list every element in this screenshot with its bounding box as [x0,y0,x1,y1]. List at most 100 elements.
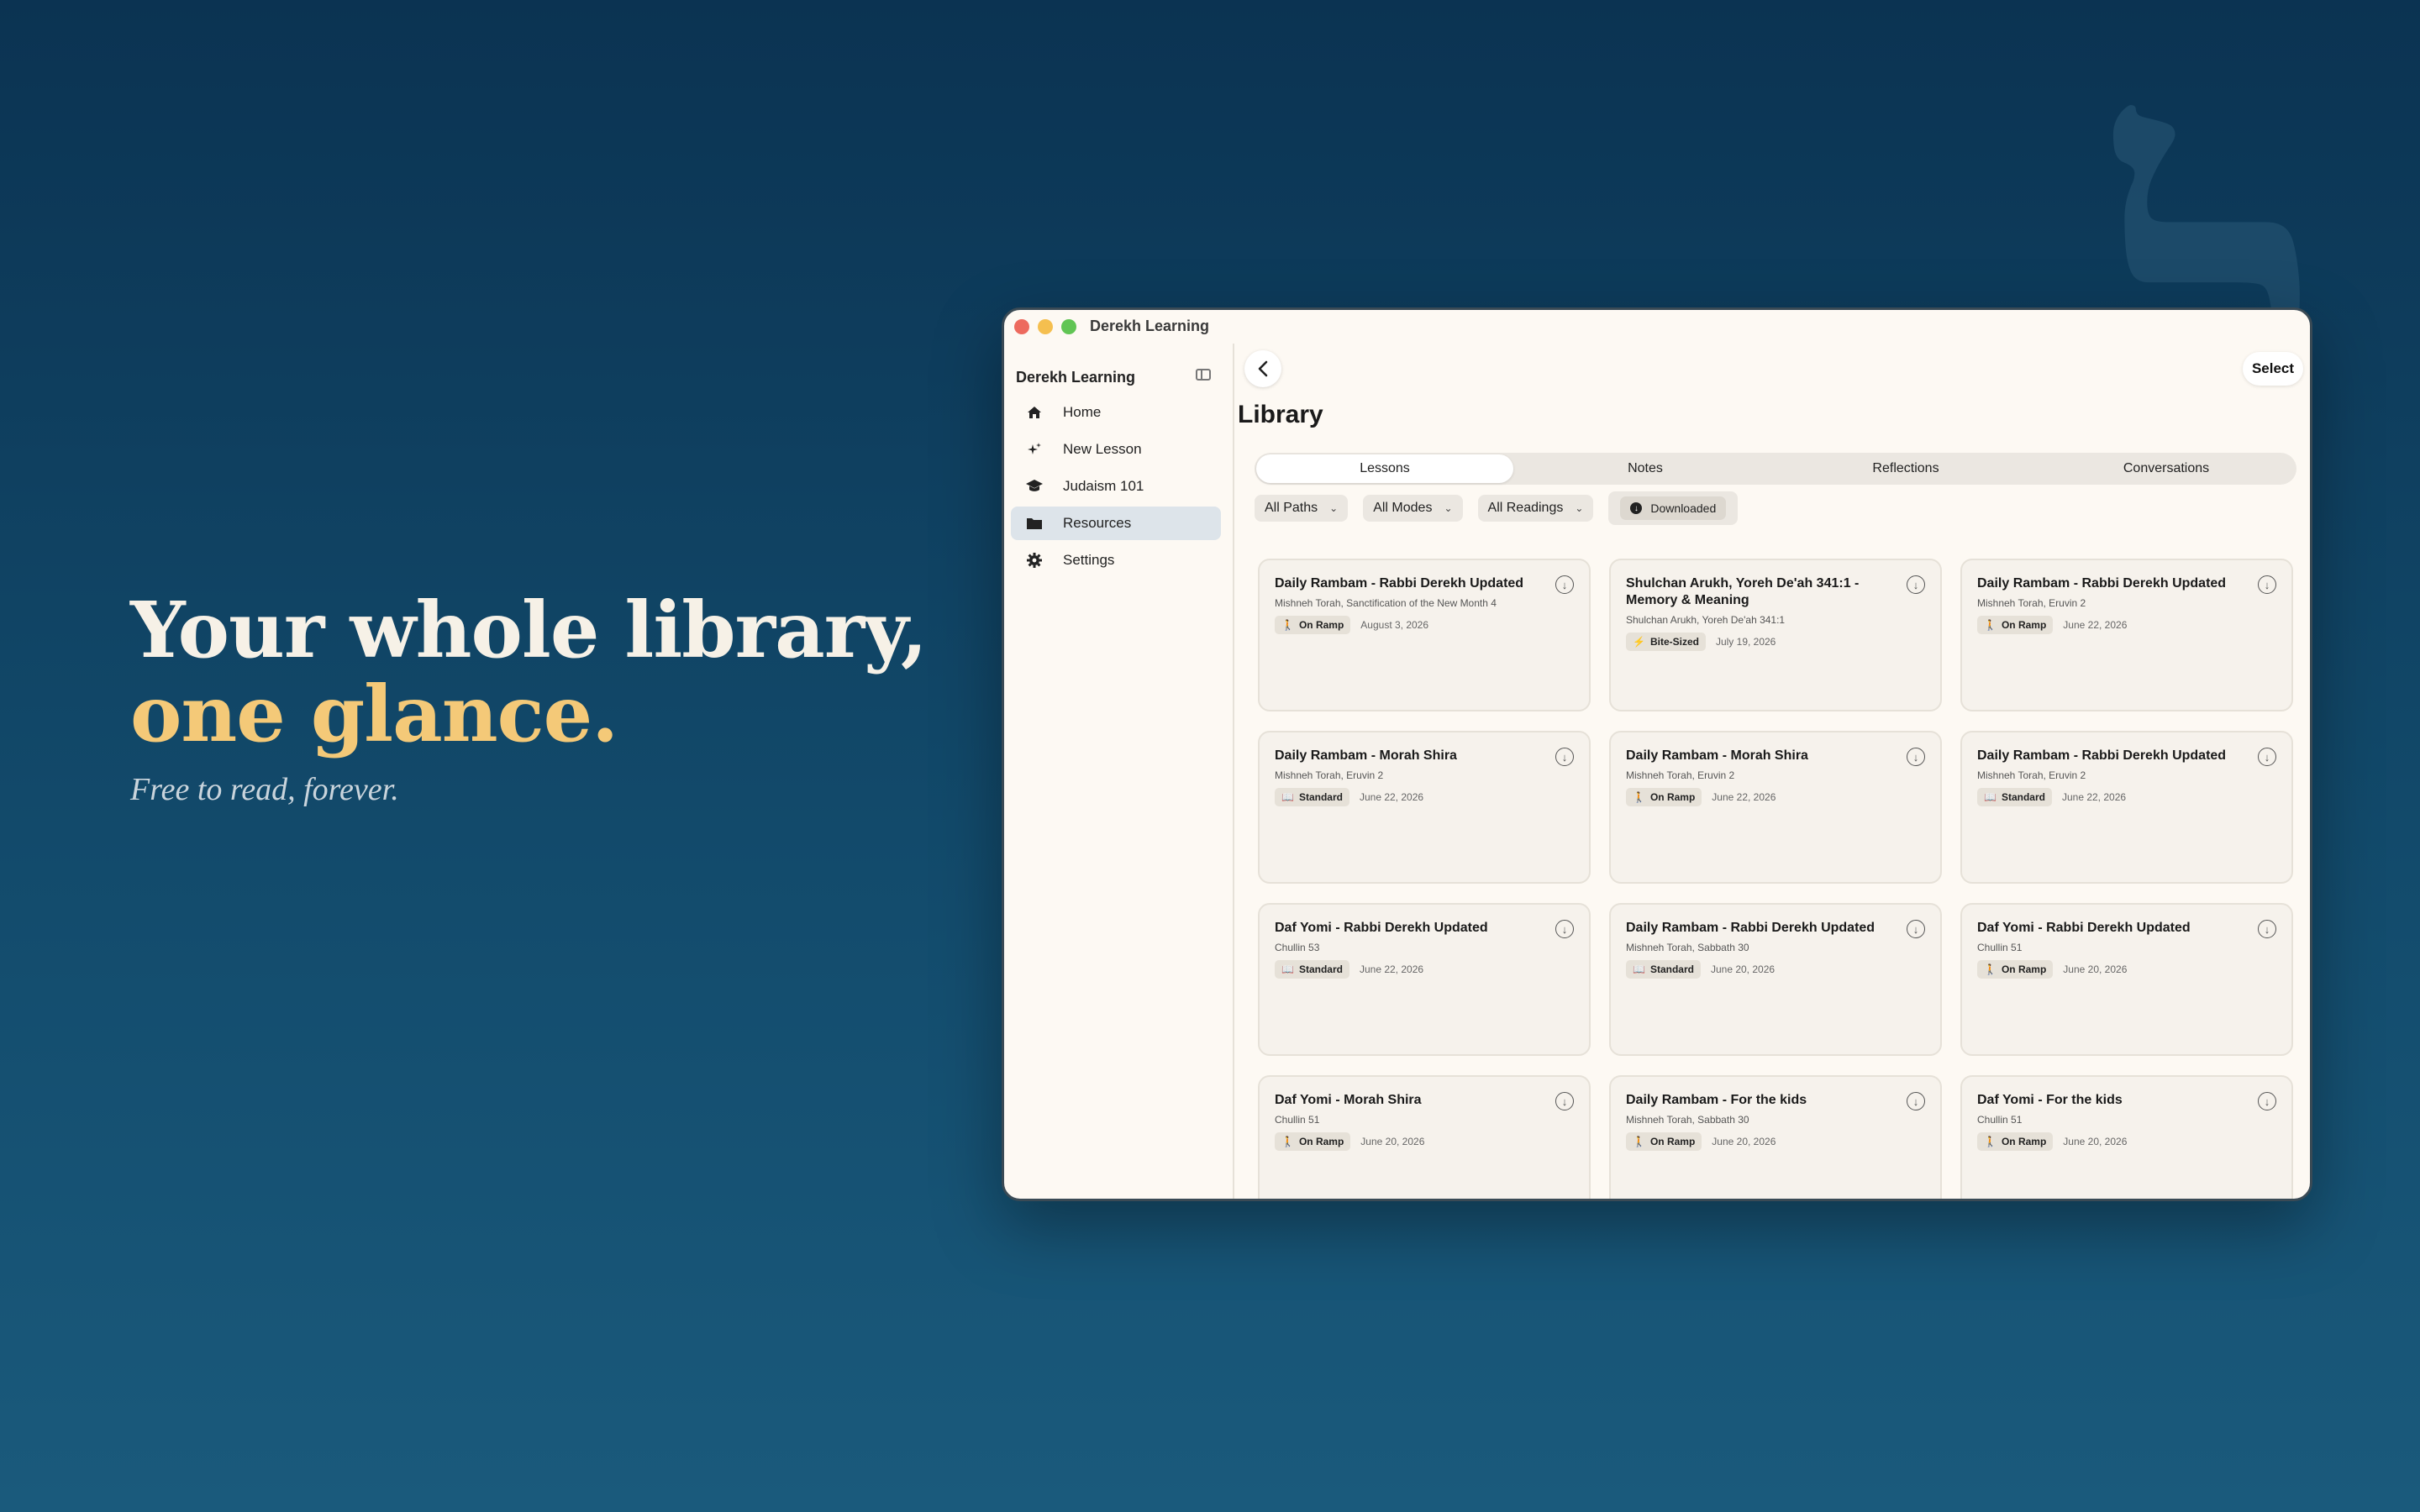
filter-downloaded[interactable]: ↓ Downloaded [1608,491,1739,525]
lesson-source: Chullin 51 [1275,1114,1320,1126]
download-icon[interactable]: ↓ [1555,575,1574,594]
mode-badge-label: Standard [2001,791,2045,803]
filter-all-readings[interactable]: All Readings ⌄ [1477,495,1594,522]
lesson-meta: 🚶 On Ramp June 22, 2026 [1626,788,1776,806]
mode-badge-label: Bite-Sized [1649,636,1699,648]
mode-badge: 🚶 On Ramp [1275,616,1351,634]
mode-badge-label: On Ramp [1649,1136,1696,1147]
sidebar-item-resources[interactable]: Resources [1011,507,1221,540]
lesson-date: June 22, 2026 [1712,791,1776,803]
mode-badge: ⚡ Bite-Sized [1626,633,1706,651]
tab-reflections[interactable]: Reflections [1777,454,2034,483]
lesson-meta: 🚶 On Ramp June 22, 2026 [1977,616,2127,634]
lesson-title: Daily Rambam - For the kids [1626,1093,1807,1107]
mode-badge-label: Standard [1298,963,1343,975]
filter-label: All Paths [1265,501,1318,515]
mode-badge-label: On Ramp [2001,1136,2047,1147]
tab-conversations[interactable]: Conversations [2038,454,2295,483]
lesson-meta: 📖 Standard June 22, 2026 [1275,788,1423,806]
sidebar: Derekh Learning Home New Lesson Judaism … [1004,344,1234,1199]
lesson-card[interactable]: Daily Rambam - Morah Shira ↓ Mishneh Tor… [1609,731,1942,884]
walking-icon: 🚶 [1984,619,1996,631]
mode-badge: 🚶 On Ramp [1977,960,2054,979]
graduation-cap-icon [1024,476,1044,496]
download-icon[interactable]: ↓ [1555,1092,1574,1110]
lesson-source: Mishneh Torah, Sabbath 30 [1626,942,1749,953]
walking-icon: 🚶 [1281,1136,1294,1147]
app-window: Derekh Learning Derekh Learning Home New… [1002,307,2312,1201]
filter-label: All Readings [1487,501,1564,515]
lesson-date: August 3, 2026 [1360,619,1429,631]
lesson-card[interactable]: Shulchan Arukh, Yoreh De'ah 341:1 - Memo… [1609,559,1942,711]
maximize-window-button[interactable] [1061,319,1076,334]
mode-badge-label: On Ramp [1298,1136,1344,1147]
back-button[interactable] [1244,350,1281,387]
lesson-card[interactable]: Daily Rambam - For the kids ↓ Mishneh To… [1609,1075,1942,1199]
downloaded-toggle[interactable]: ↓ Downloaded [1620,496,1727,520]
lesson-source: Chullin 53 [1275,942,1320,953]
download-icon[interactable]: ↓ [1907,920,1925,938]
sidebar-item-label: Resources [1063,515,1132,531]
lesson-meta: 📖 Standard June 20, 2026 [1626,960,1775,979]
download-icon[interactable]: ↓ [1555,920,1574,938]
lesson-card[interactable]: Daily Rambam - Morah Shira ↓ Mishneh Tor… [1258,731,1591,884]
lesson-date: June 22, 2026 [1359,791,1424,803]
lesson-source: Chullin 51 [1977,942,2023,953]
tab-lessons[interactable]: Lessons [1256,454,1513,483]
filter-all-paths[interactable]: All Paths ⌄ [1255,495,1349,522]
mode-badge: 🚶 On Ramp [1977,616,2054,634]
lesson-source: Shulchan Arukh, Yoreh De'ah 341:1 [1626,614,1786,626]
download-icon[interactable]: ↓ [2258,1092,2276,1110]
lesson-title: Daily Rambam - Rabbi Derekh Updated [1977,748,2227,763]
sidebar-item-new-lesson[interactable]: New Lesson [1011,433,1221,466]
lesson-card[interactable]: Daf Yomi - Rabbi Derekh Updated ↓ Chulli… [1960,903,2293,1056]
download-icon[interactable]: ↓ [2258,748,2276,766]
sidebar-item-label: Home [1063,404,1102,420]
sidebar-item-settings[interactable]: Settings [1011,543,1221,577]
close-window-button[interactable] [1014,319,1029,334]
download-icon[interactable]: ↓ [1555,748,1574,766]
sidebar-toggle-icon[interactable] [1196,369,1211,381]
mode-badge: 📖 Standard [1275,960,1349,979]
filter-all-modes[interactable]: All Modes ⌄ [1363,495,1463,522]
sidebar-item-home[interactable]: Home [1011,396,1221,429]
sidebar-item-label: Settings [1063,552,1115,568]
lesson-card[interactable]: Daf Yomi - Rabbi Derekh Updated ↓ Chulli… [1258,903,1591,1056]
lesson-title: Daily Rambam - Rabbi Derekh Updated [1977,576,2227,591]
lesson-meta: 📖 Standard June 22, 2026 [1275,960,1423,979]
lesson-title: Daily Rambam - Rabbi Derekh Updated [1275,576,1524,591]
mode-badge: 🚶 On Ramp [1626,788,1702,806]
select-button[interactable]: Select [2243,352,2303,386]
download-icon[interactable]: ↓ [1907,575,1925,594]
lesson-meta: 🚶 On Ramp June 20, 2026 [1977,960,2127,979]
lesson-source: Mishneh Torah, Eruvin 2 [1977,597,2086,609]
mode-badge-label: Standard [1649,963,1694,975]
lesson-card[interactable]: Daf Yomi - For the kids ↓ Chullin 51 🚶 On… [1960,1075,2293,1199]
lesson-title: Daf Yomi - Rabbi Derekh Updated [1977,921,2191,935]
download-icon[interactable]: ↓ [2258,575,2276,594]
walking-icon: 🚶 [1633,1136,1645,1147]
lesson-card[interactable]: Daily Rambam - Rabbi Derekh Updated ↓ Mi… [1960,559,2293,711]
download-icon[interactable]: ↓ [2258,920,2276,938]
mode-badge: 🚶 On Ramp [1977,1132,2054,1151]
minimize-window-button[interactable] [1038,319,1053,334]
download-icon[interactable]: ↓ [1907,1092,1925,1110]
lesson-card[interactable]: Daily Rambam - Rabbi Derekh Updated ↓ Mi… [1960,731,2293,884]
hero-subtitle: Free to read, forever. [130,772,399,807]
mode-badge: 🚶 On Ramp [1626,1132,1702,1151]
chevron-left-icon [1258,360,1268,377]
chevron-down-icon: ⌄ [1575,502,1584,514]
mode-badge-label: On Ramp [1649,791,1696,803]
sidebar-item-judaism-101[interactable]: Judaism 101 [1011,470,1221,503]
hero: Your whole library, one glance. Free to … [130,588,928,808]
tab-notes[interactable]: Notes [1517,454,1774,483]
sidebar-title: Derekh Learning [1016,369,1136,386]
lesson-card[interactable]: Daily Rambam - Rabbi Derekh Updated ↓ Mi… [1609,903,1942,1056]
hero-headline-line2: one glance. [130,669,618,759]
lesson-title: Daf Yomi - For the kids [1977,1093,2123,1107]
lesson-date: June 22, 2026 [1359,963,1424,975]
segmented-tabs: Lessons Notes Reflections Conversations [1255,453,2296,485]
lesson-card[interactable]: Daily Rambam - Rabbi Derekh Updated ↓ Mi… [1258,559,1591,711]
download-icon[interactable]: ↓ [1907,748,1925,766]
lesson-card[interactable]: Daf Yomi - Morah Shira ↓ Chullin 51 🚶 On … [1258,1075,1591,1199]
